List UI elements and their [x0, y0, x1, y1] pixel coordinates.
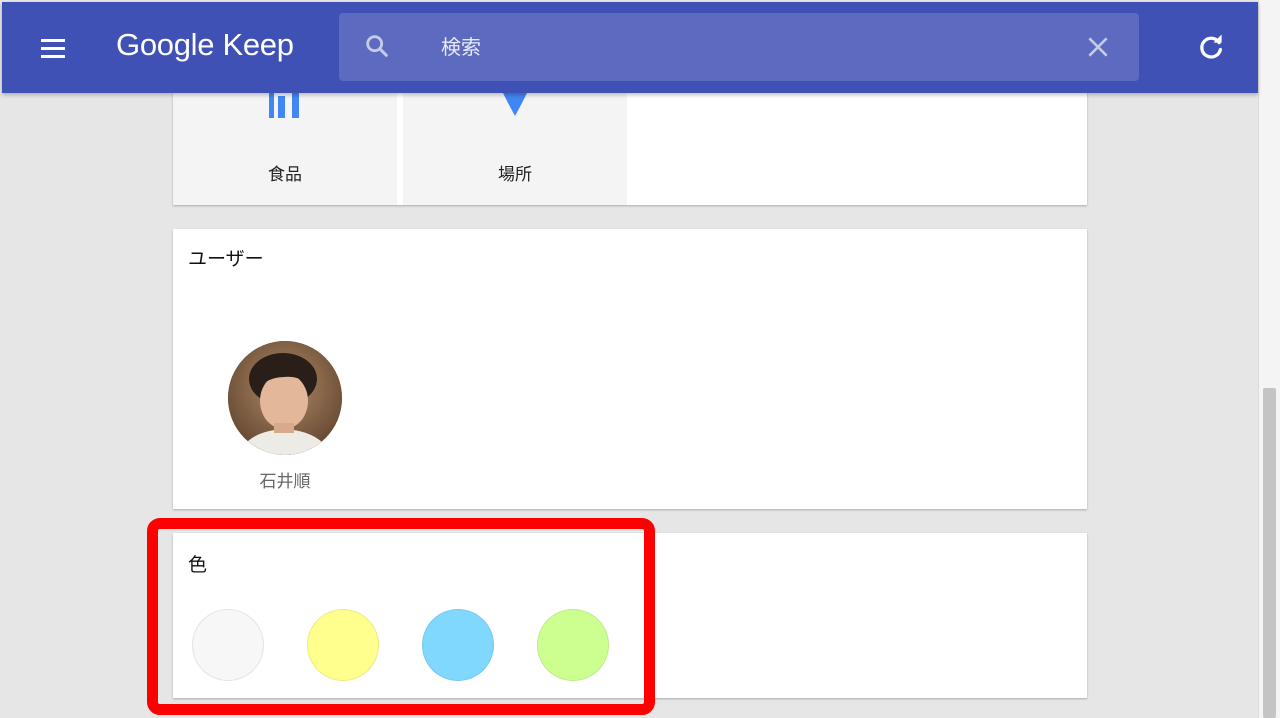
app-title: Google Keep	[116, 27, 294, 62]
color-swatch-blue[interactable]	[422, 609, 494, 681]
refresh-icon[interactable]	[1196, 32, 1226, 62]
vertical-scrollbar[interactable]	[1258, 0, 1280, 718]
menu-icon[interactable]	[36, 32, 70, 66]
user-item[interactable]: 石井順	[227, 341, 343, 492]
users-section-title: ユーザー	[188, 248, 264, 270]
things-card: 食品 場所	[173, 80, 1087, 205]
color-swatch-yellow[interactable]	[307, 609, 379, 681]
scroll-thumb[interactable]	[1263, 388, 1276, 718]
user-name: 石井順	[259, 472, 311, 492]
tile-label: 場所	[498, 165, 532, 185]
close-icon[interactable]	[1085, 34, 1111, 60]
colors-card: 色	[173, 533, 1087, 698]
search-input[interactable]	[439, 31, 1059, 63]
colors-section-title: 色	[188, 554, 208, 576]
search-box[interactable]	[339, 13, 1139, 81]
color-swatch-green[interactable]	[537, 609, 609, 681]
avatar	[228, 341, 342, 455]
search-icon[interactable]	[363, 32, 391, 60]
tile-place[interactable]: 場所	[403, 80, 627, 205]
users-card: ユーザー 石井順	[173, 229, 1087, 509]
color-swatch-white[interactable]	[192, 609, 264, 681]
tile-label: 食品	[268, 165, 302, 185]
tile-food[interactable]: 食品	[173, 80, 397, 205]
top-app-bar: Google Keep	[2, 2, 1258, 93]
